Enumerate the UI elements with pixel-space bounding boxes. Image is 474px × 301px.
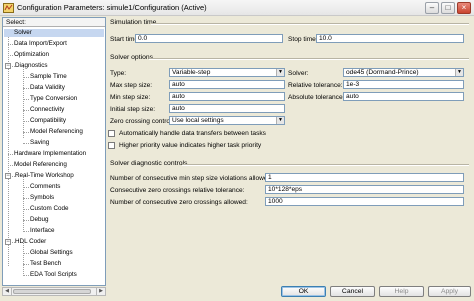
auto-data-transfer-label: Automatically handle data transfers betw… — [119, 130, 266, 137]
tree-item-model-referencing-diag[interactable]: Model Referencing — [30, 128, 83, 136]
min-step-size-input[interactable]: auto — [169, 92, 285, 101]
tree-item-real-time-workshop[interactable]: Real-Time Workshop — [15, 172, 74, 180]
tree-item-custom-code[interactable]: Custom Code — [30, 205, 69, 213]
tree-item-test-bench[interactable]: Test Bench — [30, 260, 61, 268]
tree-connector — [23, 243, 24, 274]
tree-item-comments[interactable]: Comments — [30, 183, 60, 191]
select-label: Select: — [3, 18, 105, 27]
tree-item-saving[interactable]: Saving — [30, 139, 49, 147]
help-button[interactable]: Help — [379, 286, 424, 297]
tree-item-global-settings[interactable]: Global Settings — [30, 249, 73, 257]
max-step-size-input[interactable]: auto — [169, 80, 285, 89]
tree-item-sample-time[interactable]: Sample Time — [30, 73, 67, 81]
stop-time-label: Stop time: — [288, 36, 318, 43]
zero-crossings-allowed-label: Number of consecutive zero crossings all… — [110, 199, 248, 206]
apply-button[interactable]: Apply — [428, 286, 471, 297]
tree-item-type-conversion[interactable]: Type Conversion — [30, 95, 77, 103]
collapse-expander-icon[interactable]: − — [5, 63, 11, 69]
higher-priority-checkbox[interactable] — [108, 142, 115, 149]
chevron-down-icon: ▼ — [276, 117, 284, 124]
title-bar: Configuration Parameters: simule1/Config… — [0, 0, 474, 16]
min-step-violations-label: Number of consecutive min step size viol… — [110, 175, 274, 182]
tree-item-data-import-export[interactable]: Data Import/Export — [14, 40, 67, 48]
solver-label: Solver: — [288, 70, 309, 77]
zero-crossing-control-label: Zero crossing control: — [110, 118, 174, 125]
max-step-size-label: Max step size: — [110, 82, 153, 89]
tree-item-symbols[interactable]: Symbols — [30, 194, 54, 202]
type-label: Type: — [110, 70, 127, 77]
tree-item-debug[interactable]: Debug — [30, 216, 49, 224]
solver-options-divider — [149, 58, 469, 60]
cancel-button[interactable]: Cancel — [330, 286, 375, 297]
tree-item-eda-tool-scripts[interactable]: EDA Tool Scripts — [30, 271, 77, 279]
zero-crossing-control-dropdown[interactable]: Use local settings ▼ — [169, 116, 285, 125]
tree-item-solver[interactable]: Solver — [4, 29, 104, 37]
collapse-expander-icon[interactable]: − — [5, 173, 11, 179]
simulation-time-divider — [151, 23, 469, 25]
minimize-button[interactable]: – — [425, 2, 439, 14]
type-value: Variable-step — [172, 69, 211, 76]
tree-connector — [23, 143, 29, 144]
zero-crossing-relative-tolerance-label: Consecutive zero crossings relative tole… — [110, 187, 245, 194]
collapse-expander-icon[interactable]: − — [5, 239, 11, 245]
window-title: Configuration Parameters: simule1/Config… — [17, 3, 207, 12]
higher-priority-label: Higher priority value indicates higher t… — [119, 142, 262, 149]
relative-tolerance-input[interactable]: 1e-3 — [343, 80, 464, 89]
tree-connector — [23, 275, 29, 276]
scroll-right-arrow-icon[interactable]: ▶ — [96, 288, 105, 295]
stop-time-input[interactable]: 10.0 — [316, 34, 464, 43]
tree-connector — [23, 67, 24, 138]
solver-dropdown[interactable]: ode45 (Dormand-Prince) ▼ — [343, 68, 464, 77]
chevron-down-icon: ▼ — [455, 69, 463, 76]
ok-button[interactable]: OK — [281, 286, 326, 297]
tree-item-hdl-coder[interactable]: HDL Coder — [15, 238, 46, 246]
initial-step-size-label: Initial step size: — [110, 106, 156, 113]
auto-data-transfer-checkbox[interactable] — [108, 130, 115, 137]
close-button[interactable]: × — [457, 2, 471, 14]
absolute-tolerance-input[interactable]: auto — [343, 92, 464, 101]
simulation-time-section-label: Simulation time — [110, 19, 157, 26]
diagnostic-controls-section-label: Solver diagnostic controls — [110, 160, 188, 167]
tree-connector — [23, 177, 24, 232]
type-dropdown[interactable]: Variable-step ▼ — [169, 68, 285, 77]
tree-item-optimization[interactable]: Optimization — [14, 51, 49, 59]
tree-item-hardware-implementation[interactable]: Hardware Implementation — [14, 150, 86, 158]
scroll-thumb[interactable] — [13, 289, 91, 294]
zero-crossing-relative-tolerance-input[interactable]: 10*128*eps — [265, 185, 464, 194]
tree-item-model-referencing[interactable]: Model Referencing — [14, 161, 67, 169]
tree-item-data-validity[interactable]: Data Validity — [30, 84, 65, 92]
solver-value: ode45 (Dormand-Prince) — [346, 69, 419, 76]
tree-item-interface[interactable]: Interface — [30, 227, 55, 235]
tree-item-compatibility[interactable]: Compatibility — [30, 117, 66, 125]
min-step-violations-input[interactable]: 1 — [265, 173, 464, 182]
simulink-icon — [3, 3, 14, 13]
absolute-tolerance-label: Absolute tolerance: — [288, 94, 345, 101]
initial-step-size-input[interactable]: auto — [169, 104, 285, 113]
relative-tolerance-label: Relative tolerance: — [288, 82, 343, 89]
maximize-button[interactable]: □ — [441, 2, 455, 14]
chevron-down-icon: ▼ — [276, 69, 284, 76]
diagnostic-controls-divider — [182, 164, 469, 166]
select-tree[interactable]: Select: Solver Data Import/Export Optimiza… — [2, 17, 106, 286]
tree-horizontal-scrollbar[interactable]: ◀ ▶ — [2, 287, 106, 296]
solver-options-section-label: Solver options — [110, 54, 154, 61]
min-step-size-label: Min step size: — [110, 94, 151, 101]
tree-item-connectivity[interactable]: Connectivity — [30, 106, 64, 114]
zero-crossing-control-value: Use local settings — [172, 117, 224, 124]
start-time-input[interactable]: 0.0 — [135, 34, 283, 43]
scroll-left-arrow-icon[interactable]: ◀ — [3, 288, 12, 295]
tree-item-diagnostics[interactable]: Diagnostics — [15, 62, 48, 70]
zero-crossings-allowed-input[interactable]: 1000 — [265, 197, 464, 206]
